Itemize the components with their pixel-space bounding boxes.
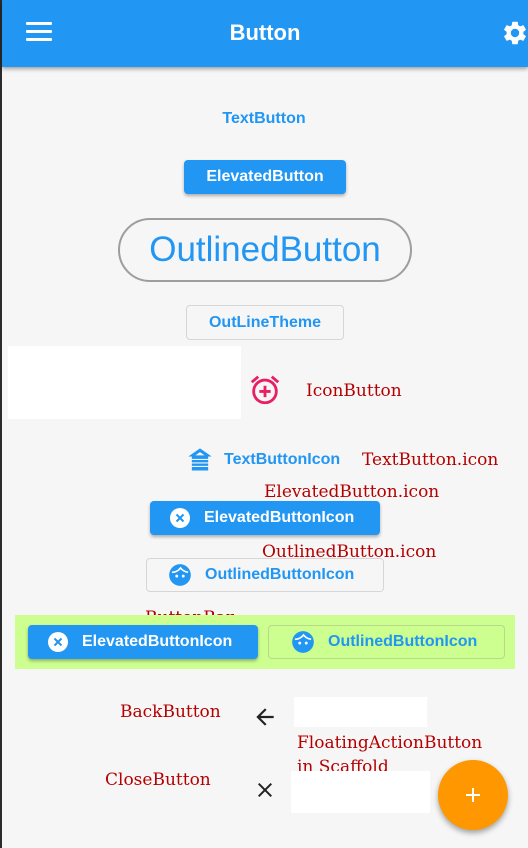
text-button-icon-label: TextButtonIcon bbox=[224, 451, 341, 468]
elevated-button[interactable]: ElevatedButton bbox=[184, 160, 346, 194]
button-bar-outlined-button[interactable]: OutlinedButtonIcon bbox=[268, 625, 505, 659]
button-bar-elevated-label: ElevatedButtonIcon bbox=[82, 633, 233, 650]
fab-caption-line1: FloatingActionButton bbox=[297, 733, 483, 753]
face-icon bbox=[169, 564, 191, 586]
house-icon bbox=[188, 448, 212, 471]
floating-action-button[interactable] bbox=[438, 760, 508, 830]
outlined-button-icon-label: OutlinedButtonIcon bbox=[205, 566, 355, 583]
face-icon bbox=[292, 631, 314, 653]
outlined-button[interactable]: OutlinedButton bbox=[118, 218, 412, 282]
elevated-button-icon[interactable]: ElevatedButtonIcon bbox=[150, 501, 380, 535]
back-button-caption: BackButton bbox=[120, 702, 221, 722]
text-button-icon-caption: TextButton.icon bbox=[362, 450, 499, 470]
cancel-icon bbox=[48, 632, 68, 652]
icon-button-label: IconButton bbox=[306, 381, 402, 401]
blank-area bbox=[294, 697, 427, 727]
elevated-button-icon-caption: ElevatedButton.icon bbox=[264, 482, 440, 502]
page-title: Button bbox=[229, 20, 301, 45]
alarm-add-icon[interactable] bbox=[248, 373, 282, 407]
outlined-button-icon[interactable]: OutlinedButtonIcon bbox=[146, 558, 384, 592]
gear-icon[interactable] bbox=[501, 19, 528, 47]
blank-area bbox=[8, 346, 241, 419]
cancel-icon bbox=[170, 508, 190, 528]
outline-theme-button[interactable]: OutLineTheme bbox=[186, 305, 344, 340]
text-button-icon[interactable]: TextButtonIcon bbox=[186, 446, 340, 474]
text-button[interactable]: TextButton bbox=[0, 110, 528, 128]
elevated-button-icon-label: ElevatedButtonIcon bbox=[204, 509, 355, 526]
arrow-back-icon[interactable] bbox=[252, 704, 278, 730]
button-bar-outlined-label: OutlinedButtonIcon bbox=[328, 633, 478, 650]
app-bar: Button bbox=[2, 0, 528, 67]
close-button-caption: CloseButton bbox=[105, 770, 211, 790]
close-icon[interactable] bbox=[253, 778, 277, 802]
add-icon bbox=[466, 788, 480, 802]
button-bar-elevated-button[interactable]: ElevatedButtonIcon bbox=[28, 625, 258, 659]
blank-area bbox=[291, 771, 430, 813]
